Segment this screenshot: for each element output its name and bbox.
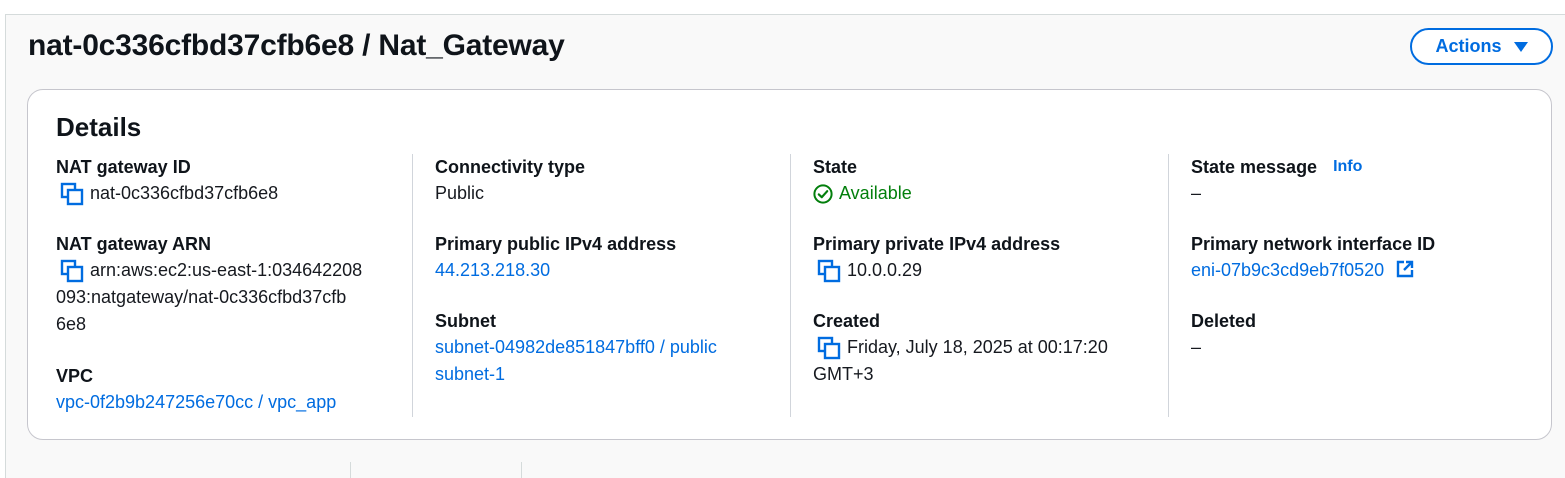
created-value-line-2: GMT+3 [813,364,874,384]
created-value-line-1: Friday, July 18, 2025 at 00:17:20 [847,337,1108,357]
primary-private-ipv4-field: Primary private IPv4 address 10.0.0.29 [813,231,1153,284]
nat-gateway-id-field: NAT gateway ID nat-0c336cfbd37cfb6e8 [56,154,396,207]
deleted-label: Deleted [1191,311,1257,331]
vpc-label: VPC [56,366,94,386]
state-label: State [813,157,858,177]
primary-private-ipv4-value: 10.0.0.29 [847,260,923,280]
info-link[interactable]: Info [1333,154,1362,180]
vpc-field: VPC vpc-0f2b9b247256e70cc / vpc_app [56,363,396,416]
primary-private-ipv4-label: Primary private IPv4 address [813,234,1061,254]
nat-gateway-id-value: nat-0c336cfbd37cfb6e8 [90,183,279,203]
divider [521,462,522,478]
nat-gateway-arn-value-line-1: arn:aws:ec2:us-east-1:034642208 [90,260,363,280]
vpc-link[interactable]: vpc-0f2b9b247256e70cc / vpc_app [56,389,396,416]
nat-gateway-arn-value-line-3: 6e8 [56,314,87,334]
copy-icon[interactable] [817,336,841,360]
deleted-field: Deleted – [1191,308,1531,361]
connectivity-type-label: Connectivity type [435,157,586,177]
nat-gateway-arn-label: NAT gateway ARN [56,234,212,254]
divider [350,462,351,478]
primary-network-interface-label: Primary network interface ID [1191,234,1436,254]
copy-icon[interactable] [817,259,841,283]
actions-button[interactable]: Actions [1410,28,1553,65]
created-field: Created Friday, July 18, 2025 at 00:17:2… [813,308,1153,388]
deleted-value: – [1191,337,1202,357]
created-label: Created [813,311,881,331]
state-field: State Available [813,154,1153,207]
primary-public-ipv4-field: Primary public IPv4 address 44.213.218.3… [435,231,775,284]
primary-network-interface-link[interactable]: eni-07b9c3cd9eb7f0520 [1191,260,1384,280]
state-message-label: State message [1191,157,1318,177]
state-value: Available [839,183,912,203]
subnet-field: Subnet subnet-04982de851847bff0 / public… [435,308,775,388]
primary-public-ipv4-label: Primary public IPv4 address [435,234,677,254]
column-divider [1168,154,1169,417]
primary-network-interface-field: Primary network interface ID eni-07b9c3c… [1191,231,1531,284]
primary-public-ipv4-link[interactable]: 44.213.218.30 [435,257,775,284]
copy-icon[interactable] [60,259,84,283]
nat-gateway-arn-value-line-2: 093:natgateway/nat-0c336cfbd37cfb [56,287,347,307]
subnet-link-line-1[interactable]: subnet-04982de851847bff0 / public [435,334,775,361]
column-divider [412,154,413,417]
connectivity-type-field: Connectivity type Public [435,154,775,207]
nat-gateway-arn-field: NAT gateway ARN arn:aws:ec2:us-east-1:03… [56,231,396,338]
subnet-link-line-2[interactable]: subnet-1 [435,361,775,388]
state-message-field: State message Info – [1191,154,1531,207]
details-panel: Details NAT gateway ID nat-0c336cfbd37cf… [27,89,1552,440]
details-title: Details [56,112,142,142]
copy-icon[interactable] [60,182,84,206]
column-divider [790,154,791,417]
external-link-icon[interactable] [1395,259,1415,279]
actions-button-label: Actions [1435,36,1502,56]
state-message-value: – [1191,183,1202,203]
caret-down-icon [1513,42,1528,52]
status-available-icon [813,183,833,204]
connectivity-type-value: Public [435,183,485,203]
nat-gateway-id-label: NAT gateway ID [56,157,191,177]
page-title: nat-0c336cfbd37cfb6e8 / Nat_Gateway [28,29,565,62]
subnet-label: Subnet [435,311,496,331]
